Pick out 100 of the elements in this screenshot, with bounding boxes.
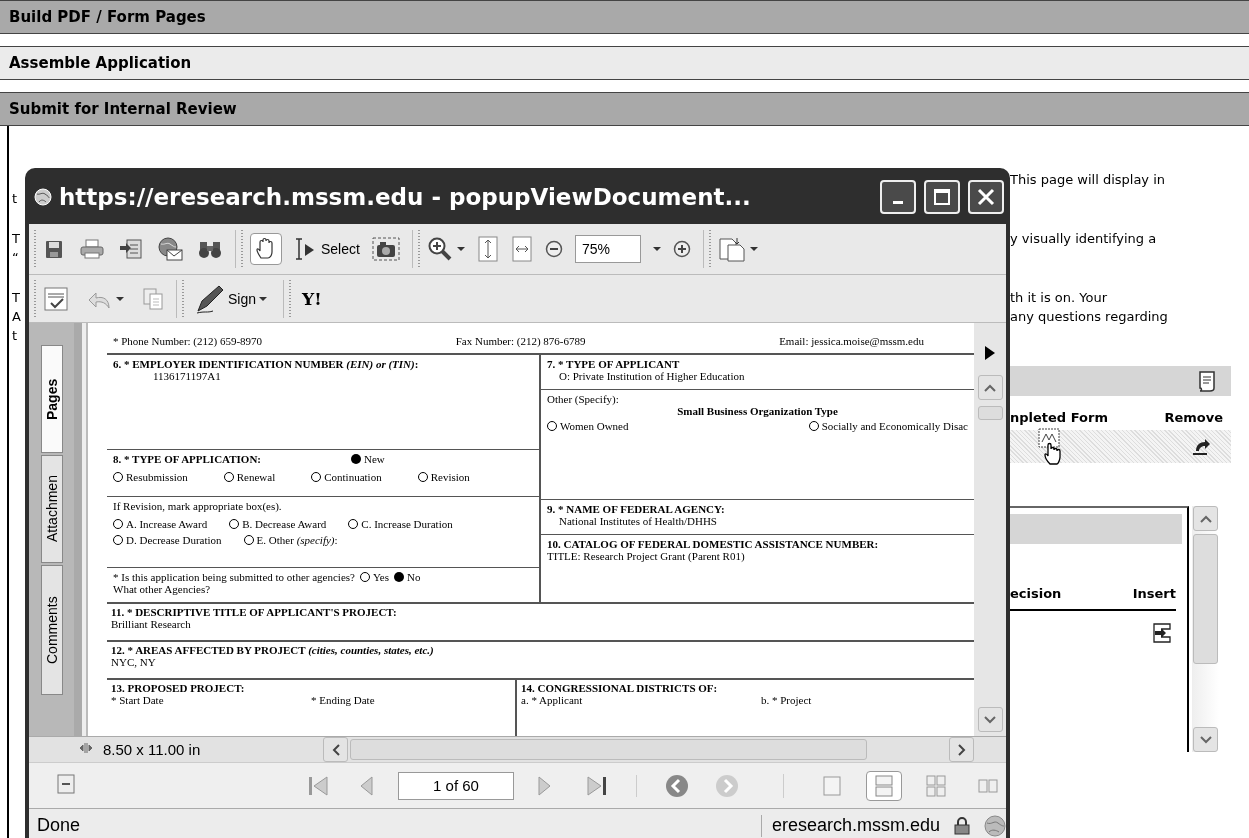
option-label: Resubmission (126, 471, 188, 483)
option-label: Women Owned (560, 420, 629, 432)
option-label: Socially and Economically Disac (821, 420, 968, 432)
field-label: 8. * TYPE OF APPLICATION: (113, 453, 261, 465)
maximize-button[interactable] (924, 180, 960, 214)
body-text: t (12, 328, 18, 343)
field-label: 12. * AREAS AFFECTED BY PROJECT (cities, counties, states, etc.) (111, 644, 434, 656)
back-circle-icon[interactable] (665, 773, 689, 798)
option-label: E. Other (specify): (256, 534, 338, 546)
last-page-icon[interactable] (586, 774, 608, 797)
chevron-left-icon[interactable] (331, 743, 340, 756)
field-label: 7. * TYPE OF APPLICANT (547, 358, 681, 370)
column-header: ecision (1010, 586, 1062, 601)
snapshot-camera-icon[interactable] (371, 237, 400, 261)
option-label: New (364, 453, 385, 465)
fit-width-icon[interactable] (510, 236, 533, 262)
print-icon[interactable] (79, 238, 105, 260)
field-value: National Institutes of Health/DHHS (558, 515, 718, 527)
section-header[interactable]: Assemble Application (0, 46, 1249, 80)
page-options-icon[interactable] (717, 236, 746, 262)
spellcheck-icon[interactable] (43, 285, 69, 312)
body-text: T (12, 290, 20, 305)
lock-icon (952, 815, 972, 836)
chevron-up-icon[interactable] (1199, 514, 1212, 523)
form-text: * Phone Number: (212) 659-8970 (113, 335, 263, 347)
page-layout-icon (925, 774, 947, 797)
field-label: If Revision, mark appropriate box(es). (113, 500, 283, 512)
field-value: 1136171197A1 (152, 370, 222, 382)
option-label: Continuation (324, 471, 382, 483)
form-text: * Is this application being submitted to other agencies? (113, 571, 355, 583)
option-label: C. Increase Duration (361, 518, 453, 530)
option-label: No (406, 571, 421, 583)
page-layout-button[interactable] (866, 770, 902, 801)
save-icon[interactable] (43, 238, 65, 260)
field-label: Other (Specify): (547, 393, 620, 405)
option-label: Yes (372, 571, 389, 583)
remove-arrow-icon[interactable] (1191, 436, 1211, 457)
column-header: Insert (1132, 586, 1176, 601)
body-text: This page will display in (1010, 172, 1166, 187)
field-value: O: Private Institution of Higher Education (558, 370, 746, 382)
body-text: “ (12, 250, 19, 265)
caret-icon[interactable] (456, 246, 465, 252)
chevron-up-icon[interactable] (984, 383, 996, 392)
side-panel-tab[interactable]: Pages (40, 345, 63, 453)
status-host: eresearch.mssm.edu (771, 815, 940, 836)
radio-button[interactable] (393, 572, 404, 582)
page-layout-icon (873, 774, 895, 797)
page-number-field[interactable]: 1 of 60 (398, 771, 514, 800)
form-text: Fax Number: (212) 876-6789 (455, 335, 586, 347)
option-label: D. Decrease Duration (126, 534, 222, 546)
split-arrows-icon[interactable] (79, 741, 93, 755)
zoom-in-icon[interactable] (426, 236, 453, 262)
field-label: * Ending Date (311, 694, 375, 706)
close-icon (977, 188, 995, 206)
sign-button[interactable]: Sign (191, 279, 272, 318)
page-panel-icon[interactable] (57, 773, 75, 794)
form-text: Email: jessica.moise@mssm.edu (779, 335, 924, 347)
caret-icon[interactable] (652, 246, 661, 252)
chevron-down-icon[interactable] (1199, 735, 1212, 744)
option-label: B. Decrease Award (242, 518, 327, 530)
zoom-in-circle-icon[interactable] (672, 240, 691, 258)
caret-icon[interactable] (749, 246, 758, 252)
field-label: 11. * DESCRIPTIVE TITLE OF APPLICANT'S PROJECT: (111, 606, 397, 618)
chevron-down-icon[interactable] (984, 715, 996, 724)
section-header[interactable]: Submit for Internal Review (0, 92, 1249, 126)
scrollbar[interactable] (1192, 506, 1219, 752)
hand-tool[interactable] (250, 233, 282, 265)
caret-icon[interactable] (116, 295, 124, 302)
minimize-button[interactable] (880, 180, 916, 214)
close-button[interactable] (968, 180, 1004, 214)
page-size-label: 8.50 x 11.00 in (102, 741, 202, 758)
caret-icon[interactable] (259, 295, 268, 302)
section-header[interactable]: Build PDF / Form Pages (0, 0, 1249, 34)
scrollbar-thumb[interactable] (977, 406, 1003, 420)
field-label: Small Business Organization Type (677, 405, 838, 417)
body-text: any questions regarding (1010, 309, 1168, 324)
triangle-right-icon[interactable] (984, 345, 996, 361)
field-label: * Start Date (111, 694, 164, 706)
scrollbar-thumb[interactable] (350, 739, 867, 760)
insert-icon[interactable] (1153, 623, 1171, 643)
field-label: 9. * NAME OF FEDERAL AGENCY: (547, 503, 726, 515)
export-document-icon[interactable] (119, 238, 143, 260)
column-header: npleted Form (1010, 410, 1108, 425)
side-panel-tab[interactable]: Comments (40, 565, 63, 695)
fit-page-icon[interactable] (476, 236, 499, 262)
email-globe-icon[interactable] (157, 237, 183, 261)
select-tool[interactable]: Select (290, 233, 364, 265)
yahoo-toolbar-button[interactable]: Y! (298, 284, 326, 313)
body-text: th it is on. Your (1010, 290, 1108, 305)
side-panel-tab[interactable]: Attachmen (40, 455, 63, 563)
field-label: 10. CATALOG OF FEDERAL DOMESTIC ASSISTANCE NUMBER: (547, 538, 880, 550)
chevron-right-icon[interactable] (957, 743, 966, 756)
body-text: T (12, 231, 20, 246)
zoom-field[interactable]: 75% (574, 235, 641, 263)
field-value: NYC, NY (111, 656, 157, 668)
zoom-out-icon[interactable] (544, 240, 563, 258)
form-text: What other Agencies? (113, 583, 212, 595)
radio-button[interactable] (351, 454, 361, 464)
body-text: A (12, 309, 21, 324)
maximize-icon (933, 188, 951, 206)
